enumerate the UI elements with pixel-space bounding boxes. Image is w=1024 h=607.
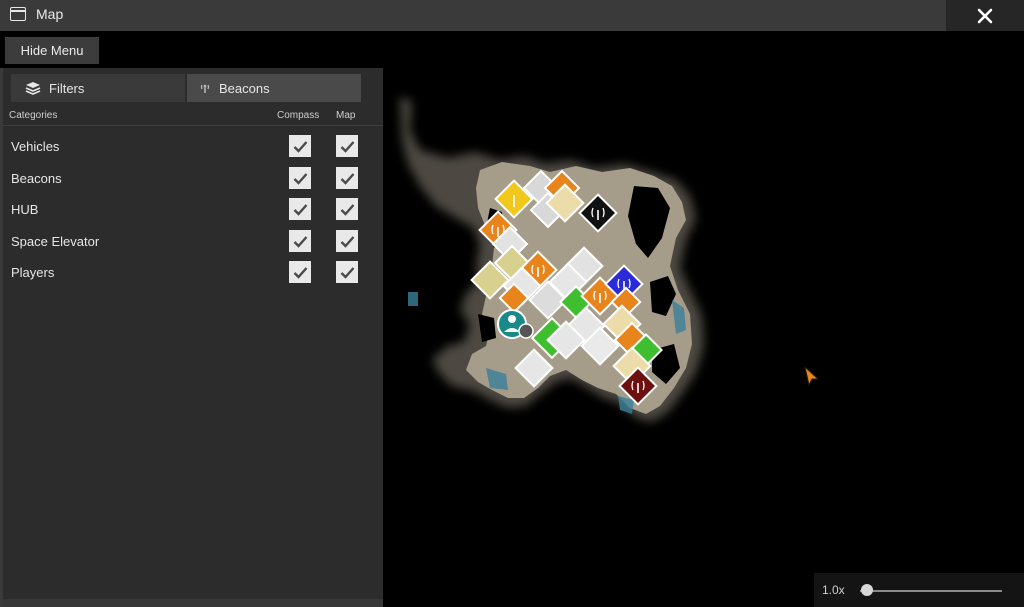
map-checkbox-beacons[interactable] <box>336 167 358 189</box>
category-label: Beacons <box>11 171 62 186</box>
category-row-space-elevator: Space Elevator <box>3 227 383 257</box>
hide-menu-button[interactable]: Hide Menu <box>5 37 99 64</box>
map-checkbox-vehicles[interactable] <box>336 135 358 157</box>
category-row-hub: HUB <box>3 195 383 225</box>
compass-checkbox-players[interactable] <box>289 261 311 283</box>
mouse-cursor-icon <box>804 366 820 386</box>
window-icon <box>10 7 26 21</box>
filter-panel: Filters Beacons Categories Compass Map V… <box>0 68 383 607</box>
player-icon <box>508 315 516 323</box>
tab-beacons-label: Beacons <box>219 80 270 96</box>
check-icon <box>293 203 307 216</box>
compass-checkbox-space-elevator[interactable] <box>289 230 311 252</box>
zoom-control: 1.0x <box>814 573 1024 607</box>
category-label: HUB <box>11 202 39 217</box>
compass-checkbox-beacons[interactable] <box>289 167 311 189</box>
compass-checkbox-hub[interactable] <box>289 198 311 220</box>
window-title: Map <box>36 6 64 22</box>
compass-header: Compass <box>277 110 320 121</box>
map-header: Map <box>336 110 356 121</box>
tab-filters-label: Filters <box>49 80 85 96</box>
zoom-slider-track[interactable] <box>860 590 1002 592</box>
tab-filters[interactable]: Filters <box>11 74 185 102</box>
check-icon <box>293 140 307 153</box>
tab-bar: Filters Beacons <box>11 74 361 102</box>
title-bar: Map <box>0 0 1024 31</box>
category-row-beacons: Beacons <box>3 164 383 194</box>
check-icon <box>340 203 354 216</box>
zoom-level-label: 1.0x <box>822 583 845 597</box>
layers-icon <box>25 82 41 95</box>
close-icon <box>977 8 993 23</box>
tab-beacons[interactable]: Beacons <box>187 74 361 102</box>
check-icon <box>340 266 354 279</box>
check-icon <box>293 235 307 248</box>
check-icon <box>293 172 307 185</box>
category-label: Space Elevator <box>11 234 100 249</box>
map-checkbox-space-elevator[interactable] <box>336 230 358 252</box>
category-label: Players <box>11 265 55 280</box>
map-checkbox-hub[interactable] <box>336 198 358 220</box>
check-icon <box>340 172 354 185</box>
check-icon <box>340 140 354 153</box>
check-icon <box>293 266 307 279</box>
compass-checkbox-vehicles[interactable] <box>289 135 311 157</box>
beacon-icon <box>200 84 210 93</box>
close-button[interactable] <box>946 0 1024 31</box>
zoom-slider-thumb[interactable] <box>861 584 873 596</box>
categories-header: Categories <box>9 110 58 121</box>
category-row-vehicles: Vehicles <box>3 132 383 162</box>
map-checkbox-players[interactable] <box>336 261 358 283</box>
category-row-players: Players <box>3 258 383 288</box>
header-divider <box>3 125 383 126</box>
category-label: Vehicles <box>11 139 60 154</box>
panel-scrollbar[interactable] <box>3 599 383 607</box>
map-view[interactable] <box>390 68 1024 607</box>
check-icon <box>340 235 354 248</box>
island-terrain <box>400 96 704 422</box>
